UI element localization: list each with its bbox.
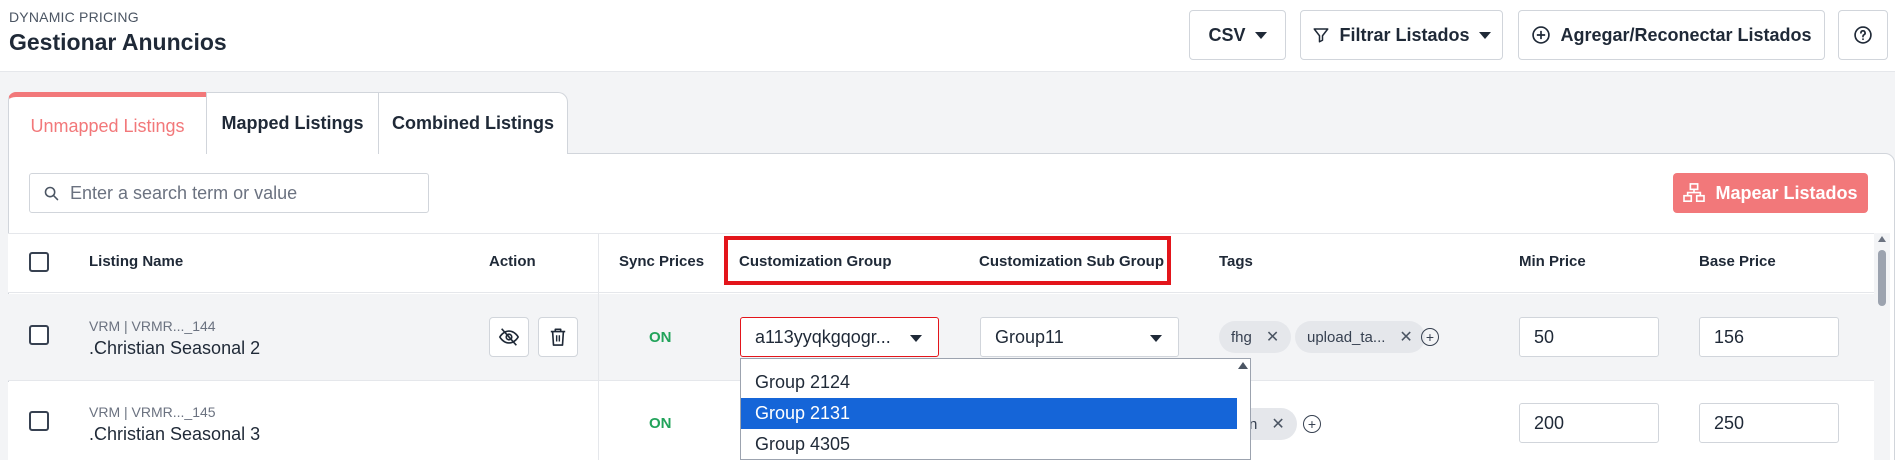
scrollbar-thumb[interactable] <box>1878 250 1886 306</box>
customization-sub-group-select[interactable]: Group11 <box>980 317 1179 357</box>
column-header-min-price[interactable]: Min Price <box>1519 253 1586 270</box>
map-listings-label: Mapear Listados <box>1715 182 1858 203</box>
page-header: DYNAMIC PRICING Gestionar Anuncios CSV F… <box>0 0 1895 72</box>
listing-subtitle: VRM | VRMR..._144 <box>89 318 216 334</box>
hide-listing-button[interactable] <box>489 317 529 357</box>
tab-combined-listings[interactable]: Combined Listings <box>378 92 568 154</box>
column-header-action: Action <box>489 253 536 270</box>
plus-circle-icon <box>1532 26 1551 44</box>
tab-label: Combined Listings <box>392 113 554 133</box>
base-price-input[interactable]: 250 <box>1699 403 1839 443</box>
sync-status-badge[interactable]: ON <box>649 415 672 432</box>
help-button[interactable] <box>1838 10 1888 60</box>
customization-group-options-list[interactable]: Group 2124 Group 2131 Group 4305 <box>740 358 1251 460</box>
customization-group-select[interactable]: a113yyqkgqogr... <box>740 317 939 357</box>
dropdown-option[interactable]: Group 2124 <box>741 367 1237 398</box>
column-header-tags: Tags <box>1219 253 1253 270</box>
dropdown-option-selected[interactable]: Group 2131 <box>741 398 1237 429</box>
scroll-up-icon[interactable] <box>1878 236 1886 242</box>
row-checkbox[interactable] <box>29 411 49 431</box>
min-price-value: 200 <box>1534 412 1565 433</box>
column-header-sync-prices[interactable]: Sync Prices <box>619 253 704 270</box>
listing-name: .Christian Seasonal 2 <box>89 338 261 358</box>
row-checkbox[interactable] <box>29 325 49 345</box>
chevron-down-icon <box>910 335 922 342</box>
map-listings-button[interactable]: Mapear Listados <box>1673 173 1868 213</box>
tag-label: fhg <box>1231 328 1252 346</box>
select-all-checkbox[interactable] <box>29 252 49 272</box>
tab-label: Mapped Listings <box>221 113 364 133</box>
customization-group-value: a113yyqkgqogr... <box>755 326 891 347</box>
search-placeholder: Enter a search term or value <box>70 182 298 203</box>
csv-button[interactable]: CSV <box>1189 10 1286 60</box>
add-tag-icon[interactable]: + <box>1421 328 1439 346</box>
chevron-down-icon <box>1254 31 1267 39</box>
filter-icon <box>1313 28 1329 43</box>
column-header-listing-name[interactable]: Listing Name <box>89 253 183 270</box>
dropdown-option[interactable]: Group 4305 <box>741 429 1237 459</box>
eye-slash-icon <box>498 328 520 346</box>
filter-listings-button[interactable]: Filtrar Listados <box>1300 10 1503 60</box>
base-price-input[interactable]: 156 <box>1699 317 1839 357</box>
trash-icon <box>550 328 566 346</box>
scroll-up-icon[interactable] <box>1238 362 1248 369</box>
min-price-input[interactable]: 200 <box>1519 403 1659 443</box>
delete-listing-button[interactable] <box>538 317 578 357</box>
customization-sub-group-value: Group11 <box>995 326 1064 347</box>
table-vertical-scrollbar[interactable] <box>1874 233 1890 460</box>
sync-status-badge[interactable]: ON <box>649 329 672 346</box>
add-reconnect-listings-button[interactable]: Agregar/Reconectar Listados <box>1518 10 1825 60</box>
csv-button-label: CSV <box>1208 24 1246 45</box>
min-price-input[interactable]: 50 <box>1519 317 1659 357</box>
highlight-annotation-box <box>724 236 1171 285</box>
column-divider <box>598 233 599 460</box>
listing-subtitle: VRM | VRMR..._145 <box>89 404 216 420</box>
section-eyebrow: DYNAMIC PRICING <box>9 9 139 25</box>
tag-label: upload_ta... <box>1307 328 1386 346</box>
remove-tag-icon[interactable]: ✕ <box>1271 414 1284 434</box>
page-title: Gestionar Anuncios <box>9 29 227 55</box>
question-circle-icon <box>1854 26 1872 44</box>
remove-tag-icon[interactable]: ✕ <box>1399 327 1412 347</box>
base-price-value: 156 <box>1714 326 1745 347</box>
remove-tag-icon[interactable]: ✕ <box>1266 327 1279 347</box>
search-icon <box>44 186 59 201</box>
filter-listings-label: Filtrar Listados <box>1339 24 1470 45</box>
chevron-down-icon <box>1150 335 1162 342</box>
search-input[interactable]: Enter a search term or value <box>29 173 429 213</box>
tag-chip: upload_ta... ✕ <box>1295 321 1425 353</box>
chevron-down-icon <box>1478 31 1491 39</box>
listing-name: .Christian Seasonal 3 <box>89 424 261 444</box>
tab-label: Unmapped Listings <box>30 115 185 136</box>
sitemap-icon <box>1683 183 1706 202</box>
column-header-base-price[interactable]: Base Price <box>1699 253 1776 270</box>
add-reconnect-label: Agregar/Reconectar Listados <box>1560 24 1812 45</box>
tab-mapped-listings[interactable]: Mapped Listings <box>206 92 379 154</box>
add-tag-icon[interactable]: + <box>1303 415 1321 433</box>
min-price-value: 50 <box>1534 326 1555 347</box>
tag-chip: fhg ✕ <box>1219 321 1292 353</box>
base-price-value: 250 <box>1714 412 1745 433</box>
tab-unmapped-listings[interactable]: Unmapped Listings <box>8 92 206 155</box>
